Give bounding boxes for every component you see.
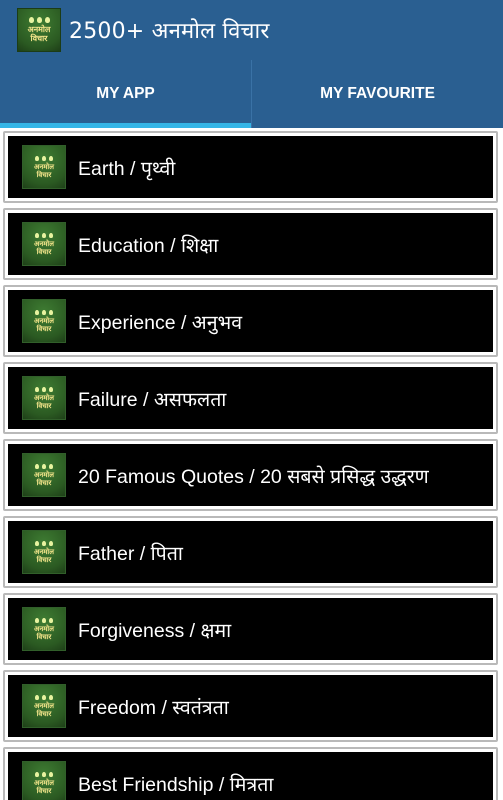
list-item[interactable]: अनमोल विचार Experience / अनुभव [3, 285, 498, 357]
list-item[interactable]: अनमोल विचार Best Friendship / मित्रता [3, 747, 498, 800]
list-item[interactable]: अनमोल विचार Freedom / स्वतंत्रता [3, 670, 498, 742]
tab-my-app[interactable]: MY APP [0, 60, 251, 128]
list-item[interactable]: अनमोल विचार Father / पिता [3, 516, 498, 588]
list-item-label: Education / शिक्षा [78, 234, 219, 257]
tab-bar: MY APP MY FAVOURITE [0, 60, 503, 128]
category-thumbnail-icon: अनमोल विचार [22, 453, 66, 497]
list-item[interactable]: अनमोल विचार Earth / पृथ्वी [3, 131, 498, 203]
tab-my-favourite[interactable]: MY FAVOURITE [252, 60, 503, 128]
list-item-label: Earth / पृथ्वी [78, 157, 176, 180]
category-thumbnail-icon: अनमोल विचार [22, 299, 66, 343]
category-thumbnail-icon: अनमोल विचार [22, 530, 66, 574]
list-item[interactable]: अनमोल विचार Education / शिक्षा [3, 208, 498, 280]
app-bar: अनमोल विचार 2500+ अनमोल विचार [0, 0, 503, 60]
list-item-label: Best Friendship / मित्रता [78, 773, 274, 796]
category-thumbnail-icon: अनमोल विचार [22, 145, 66, 189]
category-list[interactable]: अनमोल विचार Earth / पृथ्वी अनमोल विचार E… [0, 128, 503, 800]
list-item[interactable]: अनमोल विचार Forgiveness / क्षमा [3, 593, 498, 665]
list-item[interactable]: अनमोल विचार Failure / असफलता [3, 362, 498, 434]
app-logo-icon: अनमोल विचार [17, 8, 61, 52]
list-item[interactable]: अनमोल विचार 20 Famous Quotes / 20 सबसे प… [3, 439, 498, 511]
category-thumbnail-icon: अनमोल विचार [22, 607, 66, 651]
list-item-label: Freedom / स्वतंत्रता [78, 696, 229, 719]
app-title: 2500+ अनमोल विचार [69, 19, 270, 44]
category-thumbnail-icon: अनमोल विचार [22, 761, 66, 800]
category-thumbnail-icon: अनमोल विचार [22, 222, 66, 266]
logo-text-line1: अनमोल [27, 25, 51, 34]
list-item-label: Failure / असफलता [78, 388, 227, 411]
list-item-label: 20 Famous Quotes / 20 सबसे प्रसिद्ध उद्ध… [78, 465, 429, 488]
logo-text-line2: विचार [30, 34, 48, 43]
list-item-label: Experience / अनुभव [78, 311, 243, 334]
list-item-label: Forgiveness / क्षमा [78, 619, 232, 642]
category-thumbnail-icon: अनमोल विचार [22, 684, 66, 728]
category-thumbnail-icon: अनमोल विचार [22, 376, 66, 420]
list-item-label: Father / पिता [78, 542, 183, 565]
